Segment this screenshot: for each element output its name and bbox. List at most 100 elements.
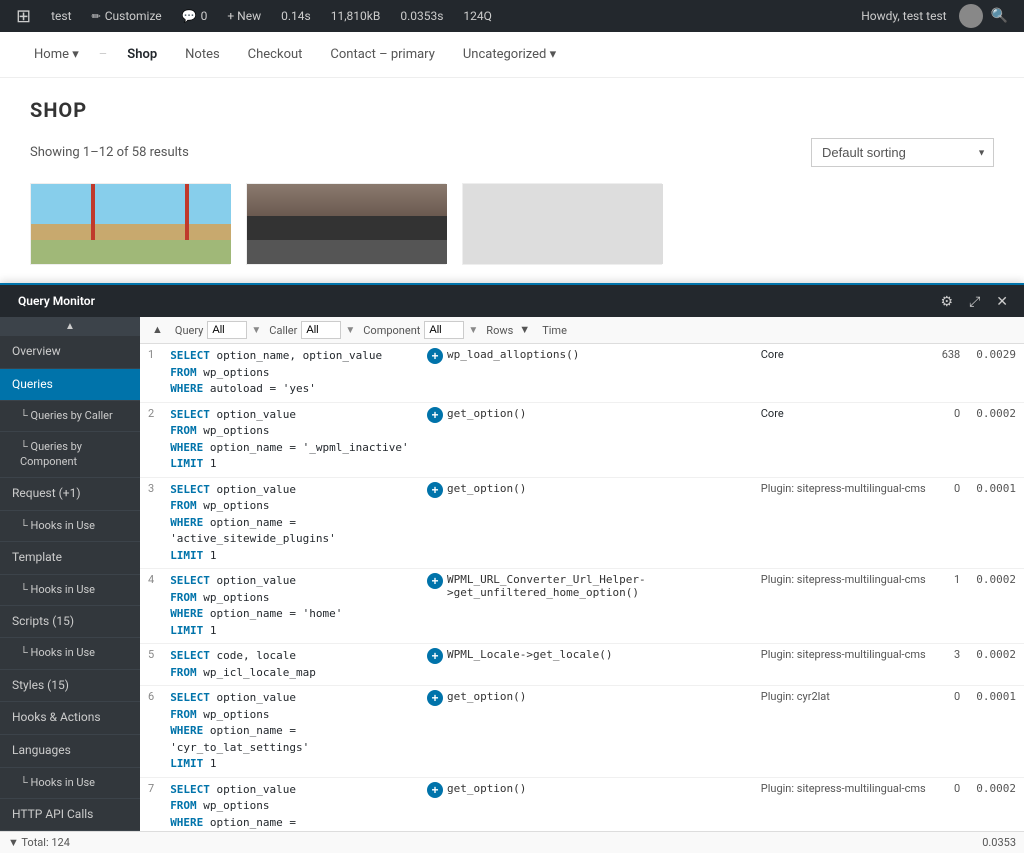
sidebar-item-http[interactable]: HTTP API Calls xyxy=(0,799,140,831)
new-label: + New xyxy=(227,9,261,23)
query-caller: + get_option() xyxy=(419,402,753,477)
new-item[interactable]: + New xyxy=(219,0,269,32)
qm-component-filter-select[interactable]: All xyxy=(424,321,464,339)
search-icon[interactable]: 🔍 xyxy=(983,8,1016,24)
sidebar-item-overview[interactable]: Overview xyxy=(0,336,140,369)
sidebar-item-request-hooks[interactable]: └ Hooks in Use xyxy=(0,511,140,542)
table-row: 4SELECT option_valueFROM wp_optionsWHERE… xyxy=(140,569,1024,644)
query-row-num: 4 xyxy=(140,569,162,644)
qm-total-label[interactable]: ▼ Total: 124 xyxy=(8,836,70,849)
query-expand-button[interactable]: + xyxy=(427,690,443,706)
qm-rows-sort-button[interactable]: ▼ xyxy=(515,322,534,338)
qm-query-filter-select[interactable]: All xyxy=(207,321,247,339)
comment-icon: 💬 xyxy=(182,9,197,23)
query-row-count: 0 xyxy=(934,777,969,831)
query-expand-button[interactable]: + xyxy=(427,573,443,589)
perf-query-time-item[interactable]: 0.0353s xyxy=(392,0,451,32)
query-row-count: 0 xyxy=(934,686,969,778)
qm-sort-button[interactable]: ▲ xyxy=(148,322,167,338)
nav-item-checkout[interactable]: Checkout xyxy=(234,32,317,78)
qm-filter-caller: Caller All ▼ xyxy=(269,321,355,339)
comments-count: 0 xyxy=(201,9,208,23)
sidebar-item-queries[interactable]: Queries xyxy=(0,369,140,402)
nav-item-home[interactable]: Home ▾ xyxy=(20,32,93,78)
query-row-num: 5 xyxy=(140,644,162,686)
query-row-num: 2 xyxy=(140,402,162,477)
perf-memory-item[interactable]: 11,810kB xyxy=(323,0,389,32)
query-time: 0.0002 xyxy=(968,402,1024,477)
product-card-3[interactable] xyxy=(462,183,662,265)
sidebar-item-request[interactable]: Request (+1) xyxy=(0,478,140,511)
avatar xyxy=(959,4,983,28)
qm-component-filter-label: Component xyxy=(363,324,420,337)
sort-select[interactable]: Default sorting Sort by popularity Sort … xyxy=(811,138,994,167)
qm-expand-button[interactable]: ⤢ xyxy=(963,290,986,312)
sidebar-item-languages[interactable]: Languages xyxy=(0,735,140,768)
query-expand-button[interactable]: + xyxy=(427,407,443,423)
query-time: 0.0001 xyxy=(968,477,1024,569)
sidebar-label-overview: Overview xyxy=(12,344,61,360)
nav-item-contact[interactable]: Contact – primary xyxy=(316,32,448,78)
qm-footer: ▼ Total: 124 0.0353 xyxy=(0,831,1024,853)
query-caller: + get_option() xyxy=(419,477,753,569)
site-name-item[interactable]: test xyxy=(43,0,79,32)
nav-item-shop[interactable]: Shop xyxy=(113,32,171,78)
qm-filter-caller-arrow: ▼ xyxy=(345,325,355,336)
perf-memory: 11,810kB xyxy=(331,9,381,23)
query-component: Core xyxy=(753,402,934,477)
query-caller: + WPML_URL_Converter_Url_Helper->get_unf… xyxy=(419,569,753,644)
qm-time-label: Time xyxy=(542,324,567,337)
table-row: 6SELECT option_valueFROM wp_optionsWHERE… xyxy=(140,686,1024,778)
qm-close-button[interactable]: ✕ xyxy=(990,290,1014,312)
qm-settings-button[interactable]: ⚙ xyxy=(935,290,960,312)
sidebar-item-scripts-hooks[interactable]: └ Hooks in Use xyxy=(0,638,140,669)
sidebar-label-queries-by-component: └ Queries by Component xyxy=(20,440,128,469)
perf-time-item[interactable]: 0.14s xyxy=(273,0,319,32)
qm-sidebar: ▲ Overview Queries └ Queries by Caller └… xyxy=(0,317,140,831)
sidebar-item-template-hooks[interactable]: └ Hooks in Use xyxy=(0,575,140,606)
sidebar-item-hooks-actions[interactable]: Hooks & Actions xyxy=(0,702,140,735)
table-row: 3SELECT option_valueFROM wp_optionsWHERE… xyxy=(140,477,1024,569)
qm-filter-query-arrow: ▼ xyxy=(251,325,261,336)
sidebar-item-queries-by-component[interactable]: └ Queries by Component xyxy=(0,432,140,478)
qm-rows-label: Rows xyxy=(486,324,513,337)
query-row-count: 0 xyxy=(934,402,969,477)
wp-logo-item[interactable]: ⊞ xyxy=(8,0,39,32)
query-caller: + WPML_Locale->get_locale() xyxy=(419,644,753,686)
query-expand-button[interactable]: + xyxy=(427,648,443,664)
product-card-2[interactable] xyxy=(246,183,446,265)
sidebar-item-styles[interactable]: Styles (15) xyxy=(0,670,140,703)
query-component: Plugin: sitepress-multilingual-cms xyxy=(753,477,934,569)
qm-caller-filter-select[interactable]: All xyxy=(301,321,341,339)
product-image-1 xyxy=(31,184,231,264)
query-component: Plugin: cyr2lat xyxy=(753,686,934,778)
nav-menu: Home ▾ – Shop Notes Checkout Contact – p… xyxy=(0,32,1024,78)
customize-item[interactable]: ✏ Customize xyxy=(84,0,170,32)
component-label: Plugin: sitepress-multilingual-cms xyxy=(761,573,926,586)
table-row: 2SELECT option_valueFROM wp_optionsWHERE… xyxy=(140,402,1024,477)
nav-item-uncategorized[interactable]: Uncategorized ▾ xyxy=(449,32,570,78)
perf-queries-item[interactable]: 124Q xyxy=(455,0,500,32)
query-expand-button[interactable]: + xyxy=(427,482,443,498)
query-row-count: 0 xyxy=(934,477,969,569)
product-card-1[interactable] xyxy=(30,183,230,265)
sidebar-label-hooks-actions: Hooks & Actions xyxy=(12,710,101,726)
component-label: Plugin: sitepress-multilingual-cms xyxy=(761,782,926,795)
qm-sidebar-scroll-up[interactable]: ▲ xyxy=(0,317,140,336)
perf-queries: 124Q xyxy=(463,9,492,23)
nav-item-notes[interactable]: Notes xyxy=(171,32,234,78)
sidebar-item-languages-hooks[interactable]: └ Hooks in Use xyxy=(0,768,140,799)
product-image-3 xyxy=(463,184,663,264)
comments-item[interactable]: 💬 0 xyxy=(174,0,216,32)
query-sql: SELECT option_valueFROM wp_optionsWHERE … xyxy=(162,686,419,778)
sidebar-label-http: HTTP API Calls xyxy=(12,807,93,823)
sidebar-item-template[interactable]: Template xyxy=(0,542,140,575)
query-expand-button[interactable]: + xyxy=(427,348,443,364)
qm-table-body: 1SELECT option_name, option_valueFROM wp… xyxy=(140,344,1024,831)
qm-main: ▲ Query All ▼ Caller All ▼ Component xyxy=(140,317,1024,831)
query-expand-button[interactable]: + xyxy=(427,782,443,798)
sidebar-item-scripts[interactable]: Scripts (15) xyxy=(0,606,140,639)
sidebar-item-queries-by-caller[interactable]: └ Queries by Caller xyxy=(0,401,140,432)
query-sql: SELECT option_valueFROM wp_optionsWHERE … xyxy=(162,777,419,831)
sidebar-label-scripts: Scripts (15) xyxy=(12,614,74,630)
